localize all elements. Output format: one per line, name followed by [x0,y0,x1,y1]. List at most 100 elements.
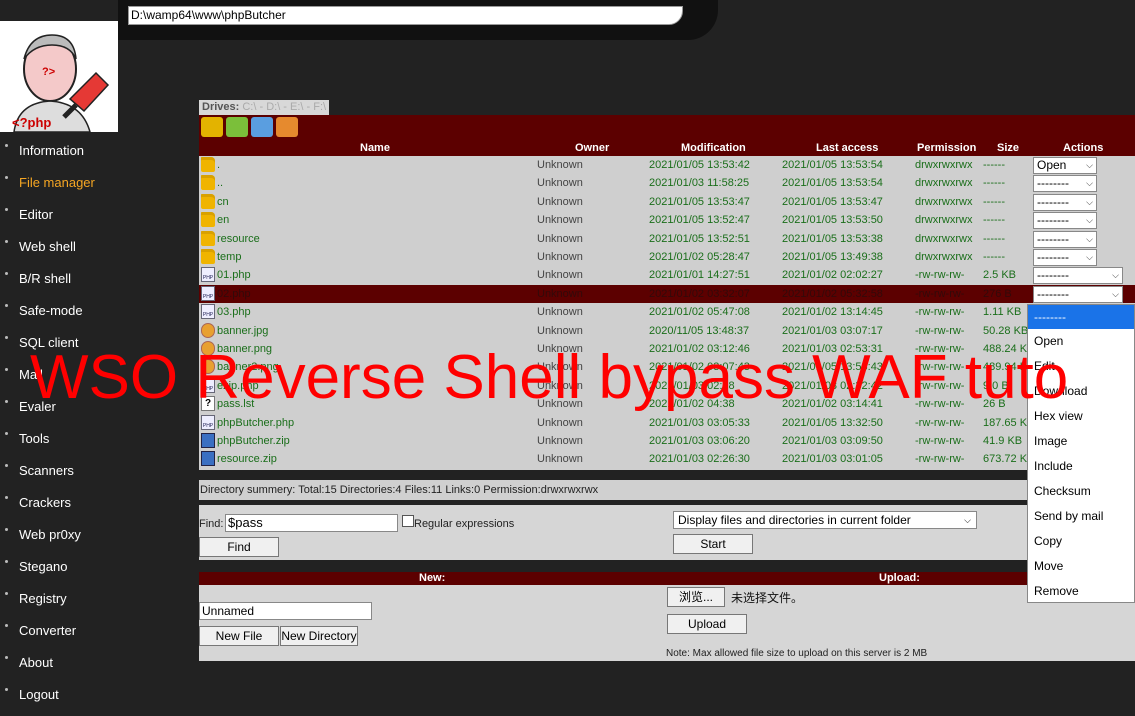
action-select[interactable]: -------- ⌵ [1033,249,1097,266]
table-row[interactable]: banner2.png Unknown 2021/01/02 03:07:43 202… [199,358,1135,376]
table-row[interactable]: en Unknown 2021/01/05 13:52:47 2021/01/05 1… [199,211,1135,230]
find-input[interactable]: $pass [225,514,398,532]
col-last-access[interactable]: Last access [816,142,878,154]
table-row[interactable]: PHP phpButcher.php Unknown 2021/01/03 03:05… [199,414,1135,432]
col-name[interactable]: Name [360,142,390,154]
table-row[interactable]: . Unknown 2021/01/05 13:53:42 2021/01/05 13… [199,156,1135,174]
dropdown-option-image[interactable]: Image [1028,429,1134,454]
path-input[interactable]: D:\wamp64\www\phpButcher [128,6,683,25]
start-button[interactable]: Start [673,534,753,554]
refresh-icon[interactable] [276,117,298,137]
table-row[interactable]: PHP 01.php Unknown 2021/01/01 14:27:51 2021/… [199,266,1135,285]
file-name-link[interactable]: phpButcher.zip [217,432,290,450]
permission-link[interactable]: drwxrwxrwx [915,156,972,174]
table-row[interactable]: PHP ezip.php Unknown 2021/01/03 02:18 2021/0… [199,377,1135,395]
table-row[interactable]: resource.zip Unknown 2021/01/03 02:26:30 20… [199,450,1135,468]
permission-link[interactable]: drwxrwxrwx [915,230,972,248]
table-row[interactable]: resource Unknown 2021/01/05 13:52:51 2021/0… [199,230,1135,248]
permission-link[interactable]: drwxrwxrwx [915,248,972,266]
permission-link[interactable]: -rw-rw-rw- [915,285,964,303]
file-name-link[interactable]: temp [217,248,241,266]
table-row[interactable]: .. Unknown 2021/01/03 11:58:25 2021/01/05 1… [199,174,1135,193]
col-owner[interactable]: Owner [575,142,609,154]
sidebar-item-evaler[interactable]: Evaler [0,392,199,424]
new-name-input[interactable]: Unnamed [199,602,372,620]
permission-link[interactable]: -rw-rw-rw- [915,414,964,432]
sidebar-item-registry[interactable]: Registry [0,584,199,616]
sidebar-item-tools[interactable]: Tools [0,424,199,456]
folder-icon[interactable] [201,117,223,137]
up-folder-icon[interactable] [226,117,248,137]
upload-button[interactable]: Upload [667,614,747,634]
permission-link[interactable]: -rw-rw-rw- [915,266,964,284]
sidebar-item-logout[interactable]: Logout [0,680,199,712]
file-name-link[interactable]: en [217,211,229,229]
table-row[interactable]: cn Unknown 2021/01/05 13:53:47 2021/01/05 1… [199,193,1135,211]
permission-link[interactable]: -rw-rw-rw- [915,432,964,450]
sidebar-item-editor[interactable]: Editor [0,200,199,232]
dropdown-option-none[interactable]: -------- [1028,305,1134,329]
file-name-link[interactable]: ezip.php [217,377,259,395]
sidebar-item-stegano[interactable]: Stegano [0,552,199,584]
new-directory-button[interactable]: New Directory [280,626,358,646]
permission-link[interactable]: drwxrwxrwx [915,193,972,211]
file-name-link[interactable]: cn [217,193,229,211]
permission-link[interactable]: drwxrwxrwx [915,211,972,229]
sidebar-item-converter[interactable]: Converter [0,616,199,648]
table-row[interactable]: banner.png Unknown 2021/01/02 03:12:46 2021… [199,340,1135,358]
file-name-link[interactable]: . [217,156,220,174]
file-name-link[interactable]: .. [217,174,223,192]
table-row[interactable]: PHP 03.php Unknown 2021/01/02 05:47:08 2021/… [199,303,1135,321]
col-modification[interactable]: Modification [681,142,746,154]
file-name-link[interactable]: banner.jpg [217,322,268,340]
sidebar-item-mail[interactable]: Mail [0,360,199,392]
file-name-link[interactable]: pass.lst [217,395,254,413]
sidebar-item-file-manager[interactable]: File manager [0,168,199,200]
file-name-link[interactable]: resource.zip [217,450,277,468]
file-name-link[interactable]: 01.php [217,266,251,284]
file-name-link[interactable]: phpButcher.php [217,414,294,432]
sidebar-item-information[interactable]: Information [0,136,199,168]
dropdown-option-checksum[interactable]: Checksum [1028,479,1134,504]
sidebar-item-scanners[interactable]: Scanners [0,456,199,488]
regex-checkbox[interactable] [402,515,414,527]
dropdown-option-move[interactable]: Move [1028,554,1134,579]
dropdown-option-edit[interactable]: Edit [1028,354,1134,379]
find-button[interactable]: Find [199,537,279,557]
action-select[interactable]: -------- ⌵ [1033,212,1097,230]
file-name-link[interactable]: 03.php [217,303,251,321]
permission-link[interactable]: -rw-rw-rw- [915,450,964,468]
dropdown-option-include[interactable]: Include [1028,454,1134,479]
permission-link[interactable]: -rw-rw-rw- [915,322,964,340]
new-window-icon[interactable] [251,117,273,137]
action-select[interactable]: -------- ⌵ [1033,193,1097,211]
sidebar-item-safe-mode[interactable]: Safe-mode [0,296,199,328]
action-select[interactable]: Open ⌵ [1033,157,1097,174]
permission-link[interactable]: -rw-rw-rw- [915,303,964,321]
sidebar-item-crackers[interactable]: Crackers [0,488,199,520]
action-select[interactable]: -------- ⌵ [1033,285,1123,303]
permission-link[interactable]: -rw-rw-rw- [915,377,964,395]
dropdown-option-copy[interactable]: Copy [1028,529,1134,554]
sidebar-item-web-pr0xy[interactable]: Web pr0xy [0,520,199,552]
sidebar-item-about[interactable]: About [0,648,199,680]
table-row[interactable]: banner.jpg Unknown 2020/11/05 13:48:37 2021… [199,322,1135,340]
table-row[interactable]: phpButcher.zip Unknown 2021/01/03 03:06:20… [199,432,1135,450]
table-row[interactable]: PHP 02.php Unknown 2021/01/02 03:32:07 2021/… [199,284,1135,303]
permission-link[interactable]: drwxrwxrwx [915,174,972,192]
new-file-button[interactable]: New File [199,626,279,646]
dropdown-option-open[interactable]: Open [1028,329,1134,354]
dropdown-option-download[interactable]: Download [1028,379,1134,404]
table-row[interactable]: temp Unknown 2021/01/02 05:28:47 2021/01/05… [199,248,1135,266]
search-scope-select[interactable]: Display files and directories in current… [673,511,977,529]
action-select[interactable]: -------- ⌵ [1033,175,1097,193]
file-name-link[interactable]: banner2.png [217,358,279,376]
sidebar-item-b-r-shell[interactable]: B/R shell [0,264,199,296]
dropdown-option-hex-view[interactable]: Hex view [1028,404,1134,429]
permission-link[interactable]: -rw-rw-rw- [915,340,964,358]
action-select[interactable]: -------- ⌵ [1033,267,1123,285]
dropdown-option-remove[interactable]: Remove [1028,579,1134,604]
table-row[interactable]: ? pass.lst Unknown 2021/01/02 04:38 2021/01/… [199,395,1135,413]
browse-button[interactable]: 浏览... [667,587,725,607]
col-size[interactable]: Size [997,142,1019,154]
